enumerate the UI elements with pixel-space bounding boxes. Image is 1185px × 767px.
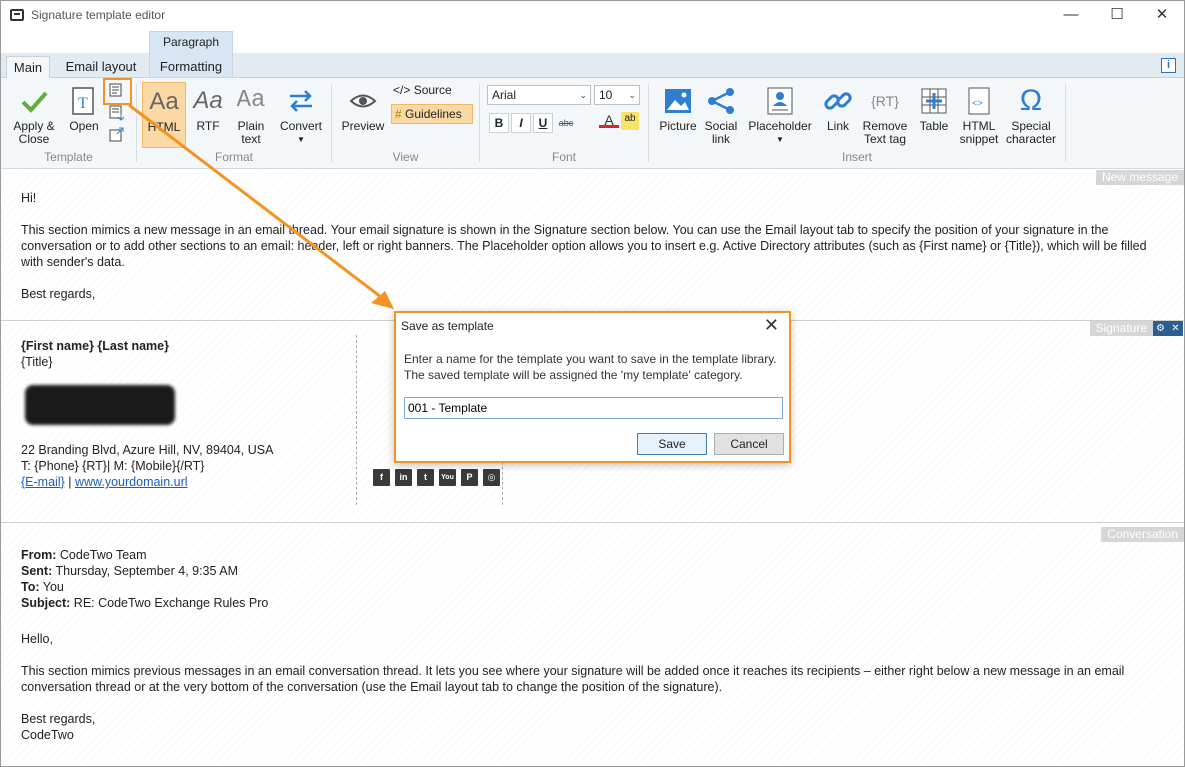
cancel-button[interactable]: Cancel [714,433,784,455]
dialog-instructions: Enter a name for the template you want t… [404,351,777,383]
dialog-close-icon[interactable]: ✕ [764,315,779,336]
dialog-title: Save as template [401,319,494,333]
save-as-template-dialog: Save as template ✕ Enter a name for the … [394,311,791,463]
template-name-input[interactable] [404,397,783,419]
dialog-text-line-1: Enter a name for the template you want t… [404,352,777,366]
dialog-text-line-2: The saved template will be assigned the … [404,368,743,382]
save-button[interactable]: Save [637,433,707,455]
app-window: Signature template editor — ☐ ✕ Paragrap… [0,0,1185,767]
